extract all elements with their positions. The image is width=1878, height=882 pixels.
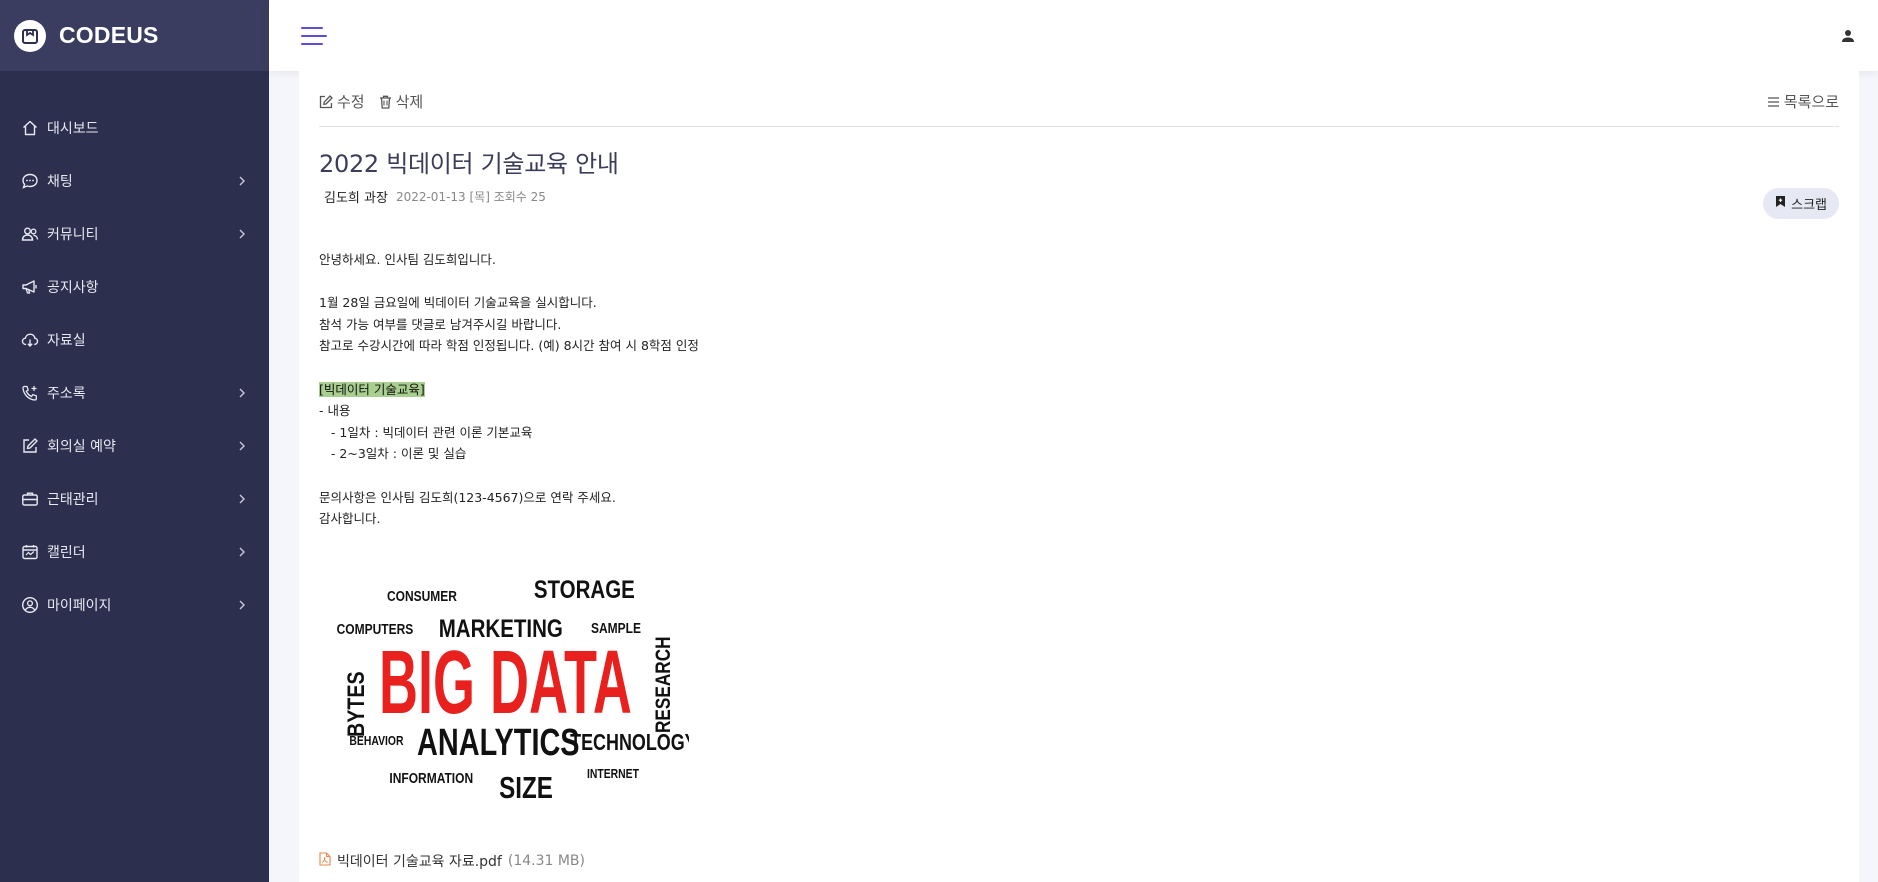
users-icon (20, 224, 40, 244)
wordcloud-word: RESEARCH (653, 636, 676, 733)
back-to-list-button[interactable]: 목록으로 (1767, 91, 1839, 112)
sidebar-item-label: 캘린더 (47, 544, 86, 561)
post-title: 2022 빅데이터 기술교육 안내 (319, 150, 619, 178)
chevron-right-icon (237, 176, 247, 186)
highlighted-heading: [빅데이터 기술교육] (319, 381, 425, 397)
user-icon[interactable] (1840, 28, 1856, 44)
body-blank-line (319, 357, 1839, 379)
body-blank-line (319, 271, 1839, 293)
delete-label: 삭제 (395, 93, 424, 111)
brand-logo-icon (14, 19, 46, 52)
chat-icon (20, 171, 40, 191)
wordcloud-word: INTERNET (587, 767, 640, 781)
attachment-size: (14.31 MB) (507, 853, 585, 870)
list-icon (1767, 96, 1780, 108)
edit-button[interactable]: 수정 (319, 91, 365, 112)
hamburger-menu-icon[interactable] (301, 25, 327, 47)
delete-button[interactable]: 삭제 (379, 91, 424, 112)
post-meta: 김도희 과장 2022-01-13 [목] 조회수 25 (319, 187, 546, 206)
sidebar-item-community[interactable]: 커뮤니티 (0, 207, 269, 260)
user-circle-icon (20, 595, 40, 615)
sidebar-item-notice[interactable]: 공지사항 (0, 260, 269, 313)
attachment: 빅데이터 기술교육 자료.pdf (14.31 MB) (319, 851, 1839, 871)
body-line: - 1일차 : 빅데이터 관련 이론 기본교육 (319, 424, 533, 440)
post-meta-row: 김도희 과장 2022-01-13 [목] 조회수 25 스크랩 (319, 185, 1839, 219)
scrap-button[interactable]: 스크랩 (1763, 188, 1839, 219)
sidebar-item-label: 주소록 (47, 385, 86, 402)
cloud-download-icon (20, 330, 40, 350)
sidebar-item-label: 마이페이지 (47, 597, 112, 614)
sidebar-item-calendar[interactable]: 캘린더 (0, 525, 269, 578)
brand-name: CODEUS (59, 22, 159, 48)
sidebar-item-archive[interactable]: 자료실 (0, 313, 269, 366)
top-header (269, 0, 1878, 71)
body-line: - 2~3일차 : 이론 및 실습 (319, 446, 467, 462)
trash-icon (379, 95, 392, 109)
post-date-views: 2022-01-13 [목] 조회수 25 (395, 190, 546, 204)
wordcloud-word: BEHAVIOR (349, 734, 404, 748)
attachment-filename-link[interactable]: 빅데이터 기술교육 자료.pdf (337, 851, 502, 871)
wordcloud-word: INFORMATION (389, 769, 473, 786)
body-blank-line (319, 465, 1839, 487)
body-line: 감사합니다. (319, 511, 381, 527)
scrap-label: 스크랩 (1791, 198, 1827, 213)
post-body: 안녕하세요. 인사팀 김도희입니다. 1월 28일 금요일에 빅데이터 기술교육… (319, 249, 1839, 811)
post-author[interactable]: 김도희 과장 (324, 187, 388, 206)
sidebar-item-label: 커뮤니티 (47, 226, 99, 243)
bookmark-icon (1775, 195, 1786, 212)
edit-icon (20, 436, 40, 456)
post-toolbar: 수정 삭제 목록으로 (319, 71, 1839, 127)
sidebar-menu: 대시보드 채팅 커뮤니티 공지사항 자료실 주소록 회의실 예약 근태관리 캘린… (0, 101, 269, 631)
sidebar-item-label: 공지사항 (47, 279, 99, 296)
pdf-file-icon (319, 852, 331, 870)
sidebar-item-label: 회의실 예약 (47, 438, 116, 455)
post-card: 수정 삭제 목록으로 2022 빅데이터 기술교육 안내 김도희 과장 2022… (299, 71, 1859, 882)
body-line: 문의사항은 인사팀 김도희(123-4567)으로 연락 주세요. (319, 489, 616, 505)
home-icon (20, 118, 40, 138)
wordcloud-word: BYTES (342, 671, 369, 737)
wordcloud-word: SIZE (499, 770, 553, 805)
body-line: - 내용 (319, 403, 351, 419)
edit-label: 수정 (337, 93, 365, 111)
chevron-right-icon (237, 388, 247, 398)
wordcloud-word: CONSUMER (387, 587, 457, 604)
sidebar-item-mypage[interactable]: 마이페이지 (0, 578, 269, 631)
sidebar-item-label: 근태관리 (47, 491, 99, 508)
sidebar-item-contacts[interactable]: 주소록 (0, 366, 269, 419)
body-line: 참석 가능 여부를 댓글로 남겨주시길 바랍니다. (319, 316, 562, 332)
edit-icon (319, 94, 333, 109)
sidebar-item-label: 채팅 (47, 173, 73, 190)
body-line: 안녕하세요. 인사팀 김도희입니다. (319, 252, 496, 267)
sidebar-item-dashboard[interactable]: 대시보드 (0, 101, 269, 154)
wordcloud-word: TECHNOLOGY (570, 730, 689, 756)
briefcase-icon (20, 489, 40, 509)
chevron-right-icon (237, 494, 247, 504)
chevron-right-icon (237, 229, 247, 239)
calendar-icon (20, 542, 40, 562)
sidebar-item-label: 대시보드 (47, 120, 99, 137)
sidebar-item-meeting-room[interactable]: 회의실 예약 (0, 419, 269, 472)
body-line: 참고로 수강시간에 따라 학점 인정됩니다. (예) 8시간 참여 시 8학점 … (319, 338, 699, 354)
body-line: [빅데이터 기술교육] (319, 379, 1839, 401)
chevron-right-icon (237, 600, 247, 610)
sidebar-item-label: 자료실 (47, 332, 86, 349)
back-to-list-label: 목록으로 (1783, 93, 1839, 111)
megaphone-icon (20, 277, 40, 297)
chevron-right-icon (237, 547, 247, 557)
phone-plus-icon (20, 383, 40, 403)
sidebar-item-attendance[interactable]: 근태관리 (0, 472, 269, 525)
brand[interactable]: CODEUS (0, 0, 269, 71)
sidebar: CODEUS 대시보드 채팅 커뮤니티 공지사항 자료실 주소록 회의실 예약 … (0, 0, 269, 882)
sidebar-item-chat[interactable]: 채팅 (0, 154, 269, 207)
chevron-right-icon (237, 441, 247, 451)
big-data-wordcloud-image: CONSUMER STORAGE COMPUTERS MARKETING SAM… (337, 575, 697, 805)
wordcloud-main-word: BIG DATA (379, 631, 632, 732)
body-line: 1월 28일 금요일에 빅데이터 기술교육을 실시합니다. (319, 295, 597, 311)
toolbar-actions: 수정 삭제 (319, 91, 423, 112)
wordcloud-word: STORAGE (534, 575, 635, 603)
